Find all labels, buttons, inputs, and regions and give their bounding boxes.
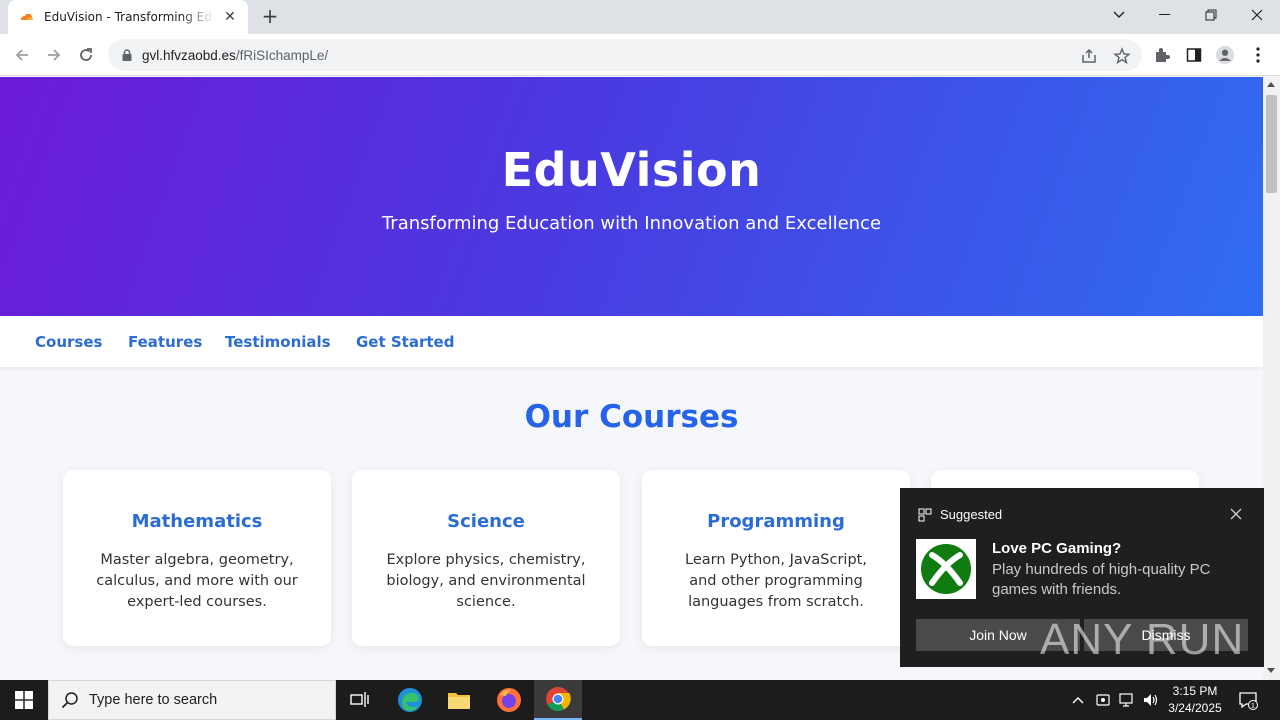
windows-start-icon[interactable] (0, 680, 48, 720)
nav-link-courses[interactable]: Courses (35, 333, 102, 351)
toast-close-icon[interactable] (1228, 506, 1244, 522)
forward-arrow-icon[interactable] (41, 42, 67, 68)
course-card-title: Mathematics (131, 511, 263, 532)
nav-link-get-started[interactable]: Get Started (356, 333, 454, 351)
toast-body: Play hundreds of high-quality PC games w… (992, 561, 1211, 598)
address-bar[interactable]: gvl.hfvzaobd.es/fRiSIchampLe/ (108, 39, 1142, 71)
url-host: gvl.hfvzaobd.es (142, 47, 236, 63)
network-icon[interactable] (1117, 690, 1137, 710)
tab-title: EduVision - Transforming Education with … (44, 10, 214, 24)
toast-label: Suggested (940, 507, 1003, 522)
profile-avatar-icon[interactable] (1215, 45, 1235, 65)
close-window-icon[interactable] (1234, 0, 1280, 30)
site-nav: Courses Features Testimonials Get Starte… (0, 316, 1263, 367)
bookmark-star-icon[interactable] (1113, 47, 1131, 65)
taskbar-clock[interactable]: 3:15 PM 3/24/2025 (1160, 683, 1230, 717)
side-panel-icon[interactable] (1184, 45, 1204, 65)
hero-title: EduVision (501, 143, 762, 197)
courses-section-title: Our Courses (524, 399, 739, 435)
search-placeholder: Type here to search (89, 692, 218, 708)
course-card-desc: Learn Python, JavaScript, and other prog… (685, 552, 867, 610)
url-path: /fRiSIchampLe/ (235, 47, 329, 63)
notification-count: 1 (1251, 703, 1255, 710)
course-card-desc: Explore physics, chemistry, biology, and… (386, 552, 586, 610)
restore-icon[interactable] (1188, 0, 1234, 30)
hero-banner: EduVision Transforming Education with In… (0, 77, 1263, 316)
course-card-programming[interactable]: Programming Learn Python, JavaScript, an… (642, 470, 910, 646)
back-arrow-icon[interactable] (9, 42, 35, 68)
dismiss-button[interactable]: Dismiss (1084, 619, 1248, 651)
hero-subtitle: Transforming Education with Innovation a… (381, 213, 882, 234)
share-icon[interactable] (1080, 47, 1098, 65)
nav-link-testimonials[interactable]: Testimonials (225, 333, 331, 351)
page-scrollbar[interactable] (1263, 77, 1280, 680)
xbox-logo-icon (916, 539, 976, 599)
minimize-icon[interactable] (1142, 0, 1188, 30)
new-tab-icon[interactable]: + (259, 6, 281, 28)
tab-strip: EduVision - Transforming Education with … (0, 0, 1280, 34)
scroll-down-arrow-icon[interactable] (1267, 668, 1275, 673)
scroll-up-arrow-icon[interactable] (1267, 82, 1275, 87)
chrome-icon[interactable] (534, 680, 582, 720)
scroll-thumb[interactable] (1266, 95, 1277, 193)
file-explorer-icon[interactable] (435, 680, 483, 720)
course-card-title: Programming (707, 511, 845, 532)
cloudflare-icon (21, 13, 33, 20)
course-card-science[interactable]: Science Explore physics, chemistry, biol… (352, 470, 620, 646)
toast-heading: Love PC Gaming? (992, 540, 1122, 557)
reload-icon[interactable] (73, 42, 99, 68)
join-now-button[interactable]: Join Now (916, 619, 1080, 651)
task-view-icon[interactable] (336, 680, 384, 720)
browser-tab[interactable]: EduVision - Transforming Education with … (8, 0, 248, 34)
lock-icon[interactable] (120, 48, 134, 62)
meet-now-icon[interactable] (1093, 690, 1113, 710)
course-card-title: Science (447, 511, 525, 532)
tab-search-icon[interactable] (1096, 0, 1142, 30)
suggested-tile-icon (918, 508, 932, 522)
notification-toast: Suggested Love PC Gaming? Play hundreds … (900, 488, 1264, 667)
windows-taskbar: Type here to search 3:15 PM 3/24/2025 1 (0, 680, 1280, 720)
clock-time: 3:15 PM (1172, 684, 1218, 698)
nav-link-features[interactable]: Features (128, 333, 202, 351)
clock-date: 3/24/2025 (1168, 701, 1222, 715)
extensions-icon[interactable] (1152, 45, 1172, 65)
course-card-mathematics[interactable]: Mathematics Master algebra, geometry, ca… (63, 470, 331, 646)
course-card-desc: Master algebra, geometry, calculus, and … (96, 552, 298, 610)
action-center-icon[interactable]: 1 (1238, 690, 1258, 710)
menu-kebab-icon[interactable] (1248, 45, 1268, 65)
volume-icon[interactable] (1141, 690, 1161, 710)
firefox-icon[interactable] (485, 680, 533, 720)
show-hidden-icons-chevron-icon[interactable] (1068, 690, 1088, 710)
taskbar-search-box[interactable]: Type here to search (48, 680, 336, 720)
browser-toolbar: gvl.hfvzaobd.es/fRiSIchampLe/ (0, 34, 1280, 76)
url-text[interactable]: gvl.hfvzaobd.es/fRiSIchampLe/ (142, 48, 328, 63)
close-tab-icon[interactable]: ✕ (222, 9, 238, 25)
edge-browser-icon[interactable] (386, 680, 434, 720)
search-icon (61, 692, 78, 709)
